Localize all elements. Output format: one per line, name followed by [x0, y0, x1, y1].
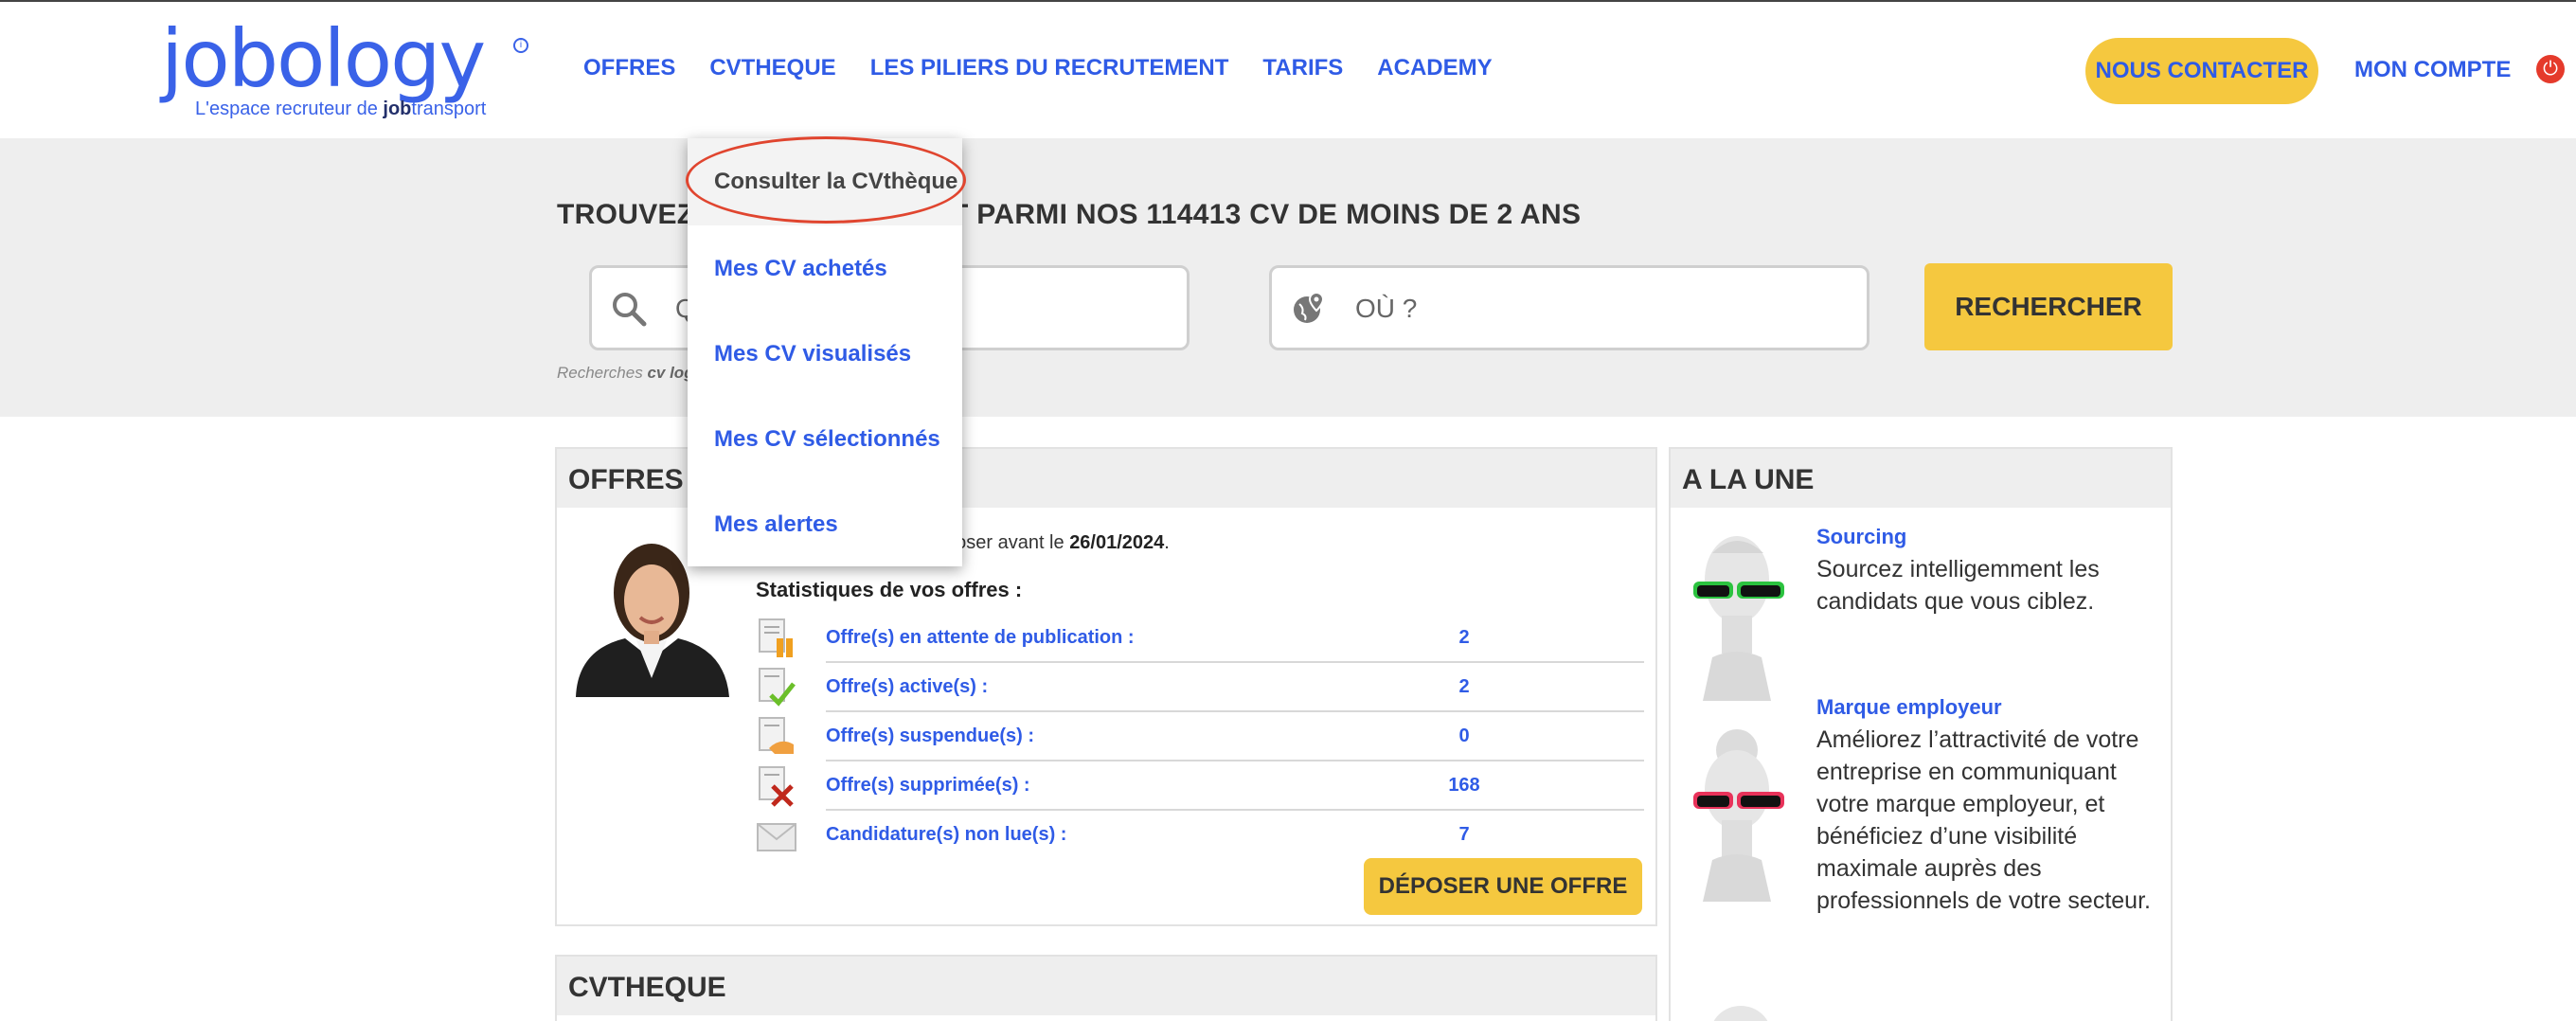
stat-row-deleted[interactable]: Offre(s) supprimée(s) : 168 — [756, 761, 1644, 811]
account-link[interactable]: MON COMPTE — [2354, 57, 2511, 83]
where-field[interactable] — [1269, 265, 1869, 350]
une-item-marque: Marque employeur Améliorez l’attractivit… — [1684, 695, 2167, 979]
une-title-marque[interactable]: Marque employeur — [1816, 695, 2002, 720]
stat-row-suspended[interactable]: Offre(s) suspendue(s) : 0 — [756, 712, 1644, 761]
une-title-sourcing[interactable]: Sourcing — [1816, 525, 1906, 549]
deposer-offre-button[interactable]: DÉPOSER UNE OFFRE — [1364, 858, 1642, 915]
power-icon[interactable]: ⏻ — [2536, 55, 2565, 83]
stat-label: Candidature(s) non lue(s) : — [826, 824, 1067, 845]
stat-value: 0 — [1458, 725, 1470, 746]
statue-green-glasses-image — [1693, 536, 1784, 701]
tagline-suffix: transport — [411, 99, 487, 119]
stat-label: Offre(s) active(s) : — [826, 676, 989, 697]
search-button[interactable]: RECHERCHER — [1924, 263, 2173, 350]
dropdown-item-label: Mes CV visualisés — [714, 341, 912, 367]
suspended-doc-icon — [759, 717, 794, 754]
tagline-brand: job — [383, 99, 412, 119]
dropdown-item-achetes[interactable]: Mes CV achetés — [688, 225, 962, 311]
stat-value: 168 — [1448, 775, 1480, 796]
une-item-sourcing: Sourcing Sourcez intelligemment les cand… — [1684, 525, 2167, 705]
header: jobology i L'espace recruteur de jobtran… — [0, 2, 2576, 138]
main-nav: OFFRES CVTHEQUE LES PILIERS DU RECRUTEME… — [583, 55, 1527, 81]
dropdown-item-consulter[interactable]: Consulter la CVthèque — [686, 136, 966, 225]
deleted-doc-icon — [759, 766, 794, 807]
info-icon[interactable]: i — [513, 38, 528, 53]
alaune-title: A LA UNE — [1682, 464, 1815, 495]
highlight-ellipse — [686, 136, 966, 224]
dropdown-item-alertes[interactable]: Mes alertes — [688, 481, 962, 566]
nav-offres[interactable]: OFFRES — [583, 55, 675, 81]
recent-label: Recherches — [557, 364, 643, 382]
envelope-icon — [757, 823, 796, 851]
dropdown-item-label: Mes CV achetés — [714, 256, 887, 281]
stat-row-unread[interactable]: Candidature(s) non lue(s) : 7 — [756, 811, 1644, 860]
dropdown-item-visualises[interactable]: Mes CV visualisés — [688, 311, 962, 396]
stat-value: 7 — [1458, 824, 1470, 845]
nav-academy[interactable]: ACADEMY — [1377, 55, 1492, 81]
une-desc-marque: Améliorez l’attractivité de votre entrep… — [1816, 726, 2151, 914]
pending-doc-icon — [759, 618, 793, 657]
dropdown-item-label: Mes CV sélectionnés — [714, 426, 940, 452]
stat-value: 2 — [1458, 676, 1470, 697]
cvtheque-panel: CVTHEQUE — [555, 955, 1657, 1021]
logo-tagline: L'espace recruteur de jobtransport — [195, 99, 486, 120]
alaune-header: A LA UNE — [1671, 449, 2171, 508]
statue-pink-glasses-image — [1693, 729, 1784, 902]
cvtheque-header: CVTHEQUE — [557, 957, 1655, 1015]
globe-pin-icon — [1294, 291, 1325, 323]
contact-button[interactable]: NOUS CONTACTER — [2085, 38, 2318, 104]
stats-title: Statistiques de vos offres : — [756, 578, 1023, 601]
where-input[interactable] — [1355, 285, 1848, 332]
cvtheque-title: CVTHEQUE — [568, 972, 726, 1003]
logo-text: jobology — [161, 12, 486, 105]
statue-partial-image — [1713, 1006, 1768, 1021]
dropdown-item-label: Mes alertes — [714, 511, 838, 537]
nav-tarifs[interactable]: TARIFS — [1262, 55, 1343, 81]
search-band: TROUVEZ LE BON CANDIDAT PARMI NOS 114413… — [0, 138, 2576, 417]
stat-row-pending[interactable]: Offre(s) en attente de publication : 2 — [756, 614, 1644, 663]
logo[interactable]: jobology i L'espace recruteur de jobtran… — [161, 19, 540, 125]
nav-cvtheque[interactable]: CVTHEQUE — [709, 55, 835, 81]
check-doc-icon — [759, 668, 796, 707]
deadline-date: 26/01/2024 — [1069, 532, 1165, 553]
offres-title: OFFRES — [568, 464, 684, 495]
stat-label: Offre(s) en attente de publication : — [826, 627, 1135, 648]
stat-row-active[interactable]: Offre(s) active(s) : 2 — [756, 663, 1644, 712]
stat-value: 2 — [1458, 627, 1470, 648]
alaune-panel: A LA UNE Sourcing Sourcez intelligemment… — [1669, 447, 2173, 1021]
une-desc-sourcing: Sourcez intelligemment les candidats que… — [1816, 556, 2100, 615]
stat-label: Offre(s) supprimée(s) : — [826, 775, 1030, 796]
stat-label: Offre(s) suspendue(s) : — [826, 725, 1035, 746]
cvtheque-dropdown: Consulter la CVthèque Mes CV achetés Mes… — [686, 136, 966, 566]
dropdown-item-selectionnes[interactable]: Mes CV sélectionnés — [688, 396, 962, 481]
search-icon — [613, 293, 647, 327]
nav-piliers[interactable]: LES PILIERS DU RECRUTEMENT — [870, 55, 1229, 81]
tagline-prefix: L'espace recruteur de — [195, 99, 378, 119]
